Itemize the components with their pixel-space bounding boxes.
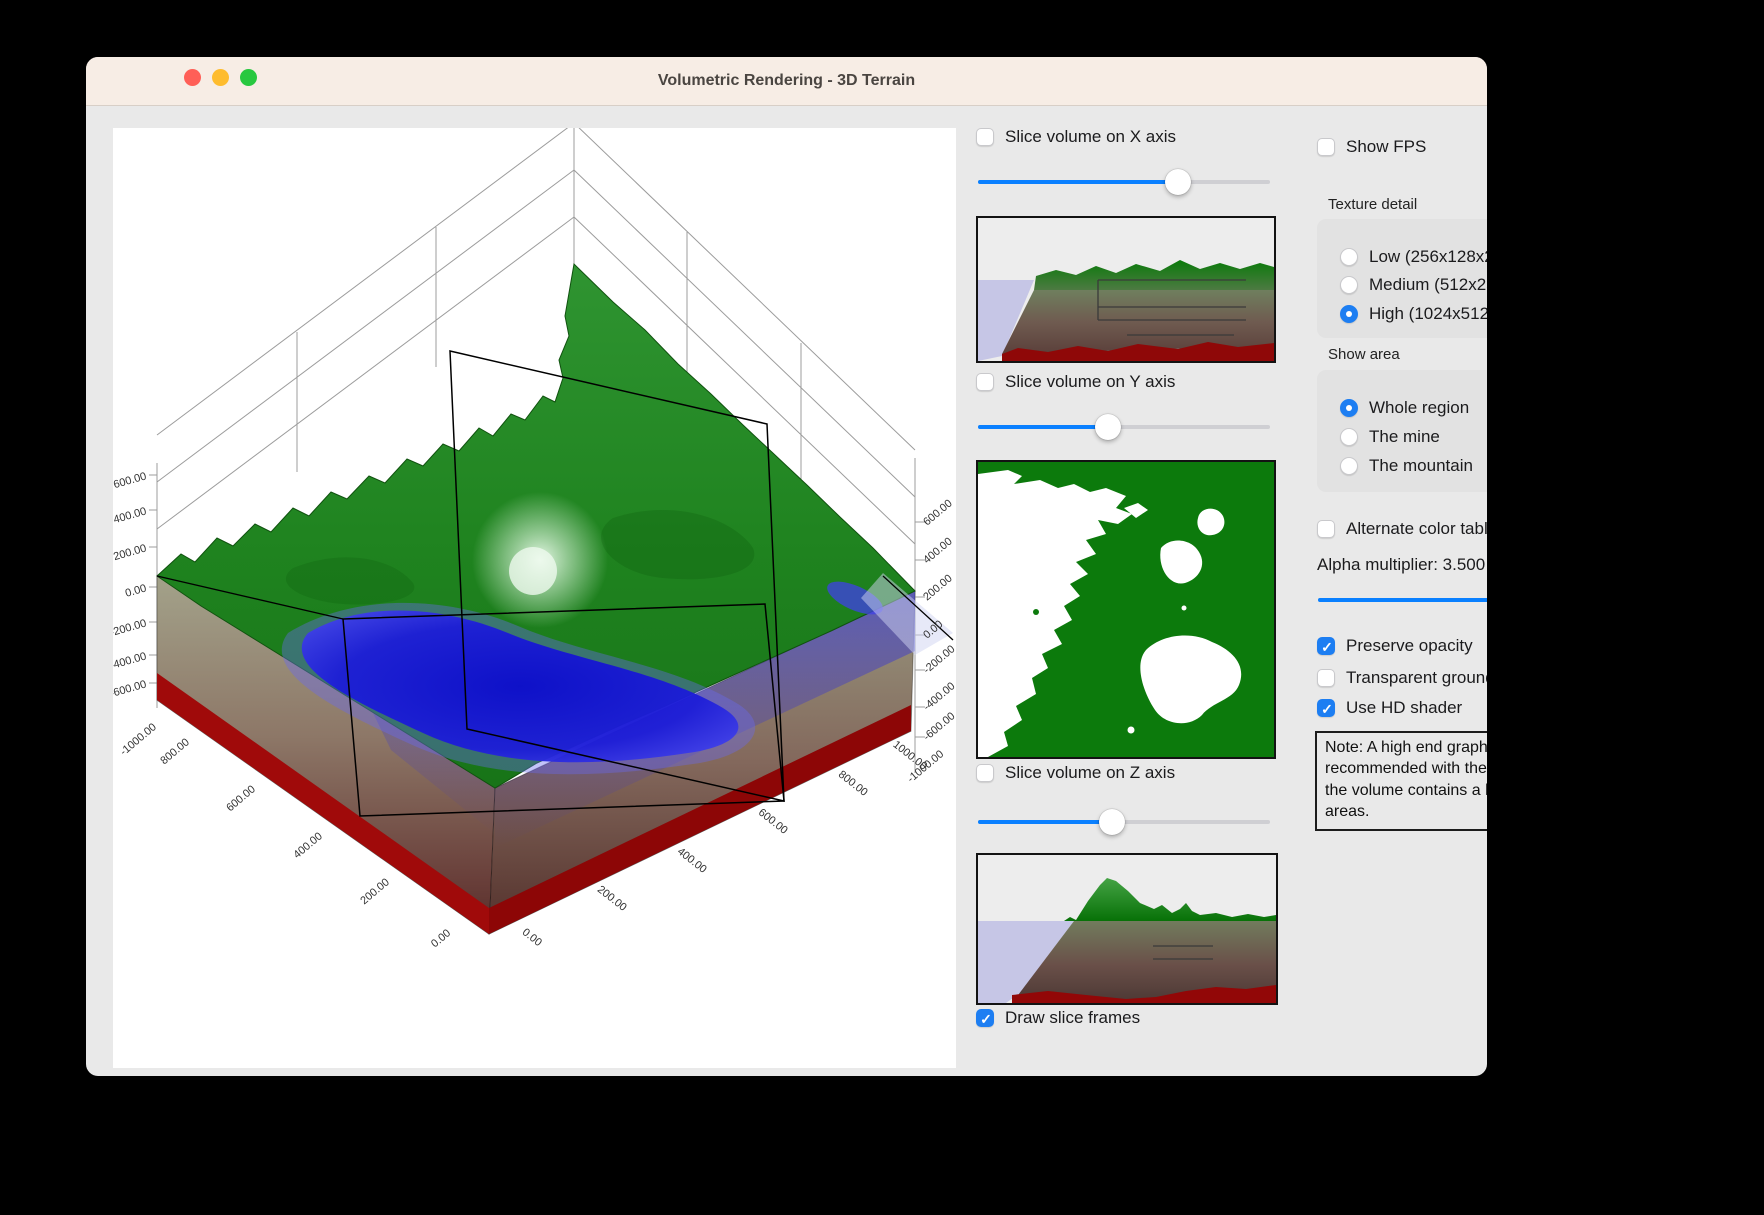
svg-text:-200.00: -200.00 [113,617,148,639]
area-whole-row: Whole region [1340,398,1469,418]
svg-text:200.00: 200.00 [921,572,954,603]
preserve-opacity-label: Preserve opacity [1346,636,1473,656]
z-slice-preview [976,853,1278,1005]
area-mine-radio[interactable] [1340,428,1358,446]
alpha-multiplier-label: Alpha multiplier: 3.500 [1317,555,1485,575]
svg-text:600.00: 600.00 [921,497,954,528]
slice-x-slider[interactable] [978,169,1270,195]
svg-text:-600.00: -600.00 [921,710,956,743]
svg-text:-400.00: -400.00 [113,650,148,672]
window-title: Volumetric Rendering - 3D Terrain [86,57,1487,105]
alternate-color-table-checkbox[interactable] [1317,520,1335,538]
svg-text:1000.00: 1000.00 [890,739,929,773]
draw-slice-frames-row: Draw slice frames [976,1008,1140,1028]
texture-low-radio[interactable] [1340,248,1358,266]
area-mine-label: The mine [1369,427,1440,447]
x-slice-preview [976,216,1276,363]
svg-text:600.00: 600.00 [113,470,148,491]
svg-text:400.00: 400.00 [921,535,954,566]
slice-y-label: Slice volume on Y axis [1005,372,1175,392]
transparent-ground-row: Transparent ground [1317,668,1487,688]
slice-z-checkbox[interactable] [976,764,994,782]
y-slice-preview [976,460,1276,759]
svg-text:0.00: 0.00 [124,582,148,599]
hd-shader-note: Note: A high end graphics card is recomm… [1315,731,1487,831]
area-mountain-row: The mountain [1340,456,1473,476]
svg-text:800.00: 800.00 [158,736,191,767]
slice-z-row: Slice volume on Z axis [976,763,1175,783]
preserve-opacity-row: Preserve opacity [1317,636,1473,656]
svg-text:200.00: 200.00 [113,542,148,563]
slice-x-checkbox[interactable] [976,128,994,146]
svg-text:600.00: 600.00 [224,783,257,814]
alternate-color-table-label: Alternate color table [1346,519,1487,539]
slice-z-slider[interactable] [978,809,1270,835]
svg-text:600.00: 600.00 [756,807,790,837]
texture-high-label: High (1024x512x1024) [1369,304,1487,324]
slice-y-checkbox[interactable] [976,373,994,391]
terrain-3d-viewport[interactable]: 600.00 400.00 200.00 0.00 -200.00 -400.0… [113,128,956,1068]
alternate-color-table-row: Alternate color table [1317,519,1487,539]
slice-x-row: Slice volume on X axis [976,127,1176,147]
texture-low-label: Low (256x128x256) [1369,247,1487,267]
terrain-3d-render: 600.00 400.00 200.00 0.00 -200.00 -400.0… [113,128,956,1068]
svg-text:400.00: 400.00 [113,505,148,526]
svg-text:400.00: 400.00 [675,846,709,876]
use-hd-shader-checkbox[interactable] [1317,699,1335,717]
slice-y-slider[interactable] [978,414,1270,440]
svg-text:-600.00: -600.00 [113,678,148,700]
transparent-ground-checkbox[interactable] [1317,669,1335,687]
svg-text:200.00: 200.00 [595,884,629,914]
use-hd-shader-row: Use HD shader [1317,698,1462,718]
texture-medium-label: Medium (512x256x512) [1369,275,1487,295]
draw-slice-frames-checkbox[interactable] [976,1009,994,1027]
texture-detail-title: Texture detail [1328,196,1417,213]
texture-low-row: Low (256x128x256) [1340,247,1487,267]
preserve-opacity-checkbox[interactable] [1317,637,1335,655]
app-window: Volumetric Rendering - 3D Terrain [86,57,1487,1076]
use-hd-shader-label: Use HD shader [1346,698,1462,718]
alpha-multiplier-row: Alpha multiplier: 3.500 [1317,555,1485,575]
show-area-title: Show area [1328,346,1400,363]
slice-x-label: Slice volume on X axis [1005,127,1176,147]
show-fps-label: Show FPS [1346,137,1426,157]
svg-text:-1000.00: -1000.00 [118,721,159,758]
svg-text:-400.00: -400.00 [921,680,956,713]
show-area-group: Whole region The mine The mountain [1317,370,1487,492]
draw-slice-frames-label: Draw slice frames [1005,1008,1140,1028]
texture-medium-row: Medium (512x256x512) [1340,275,1487,295]
transparent-ground-label: Transparent ground [1346,668,1487,688]
slice-y-slider-thumb[interactable] [1095,414,1121,440]
area-mine-row: The mine [1340,427,1440,447]
svg-text:400.00: 400.00 [291,830,324,861]
alpha-multiplier-slider[interactable] [1318,587,1487,613]
slice-x-slider-thumb[interactable] [1165,169,1191,195]
area-whole-region-label: Whole region [1369,398,1469,418]
slice-z-slider-thumb[interactable] [1099,809,1125,835]
slice-z-label: Slice volume on Z axis [1005,763,1175,783]
texture-detail-group: Low (256x128x256) Medium (512x256x512) H… [1317,219,1487,338]
slice-y-row: Slice volume on Y axis [976,372,1175,392]
area-mountain-label: The mountain [1369,456,1473,476]
show-fps-row: Show FPS [1317,137,1426,157]
area-mountain-radio[interactable] [1340,457,1358,475]
texture-medium-radio[interactable] [1340,276,1358,294]
texture-high-row: High (1024x512x1024) [1340,304,1487,324]
show-fps-checkbox[interactable] [1317,138,1335,156]
svg-text:200.00: 200.00 [358,876,391,907]
title-bar: Volumetric Rendering - 3D Terrain [86,57,1487,106]
svg-text:0.00: 0.00 [520,926,544,949]
svg-text:0.00: 0.00 [429,927,453,950]
svg-text:800.00: 800.00 [836,769,870,799]
area-whole-region-radio[interactable] [1340,399,1358,417]
texture-high-radio[interactable] [1340,305,1358,323]
